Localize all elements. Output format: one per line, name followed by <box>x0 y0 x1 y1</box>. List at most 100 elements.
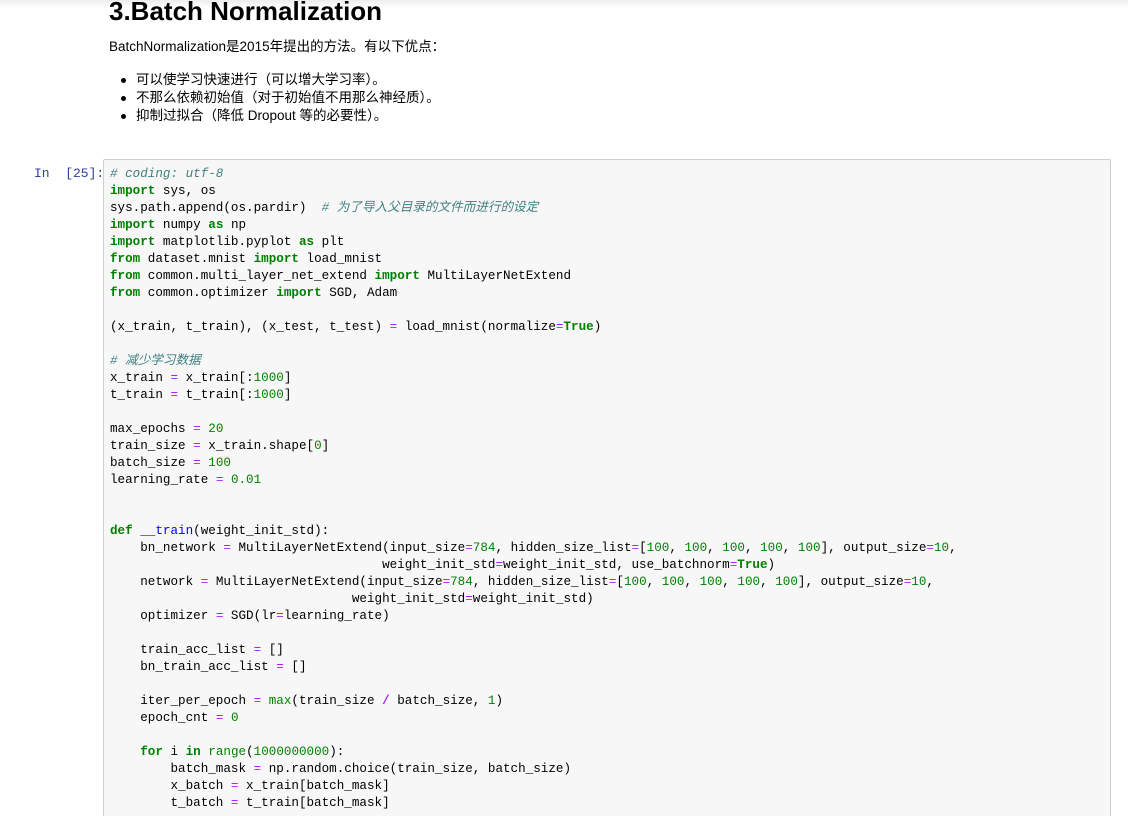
code-operator: = <box>631 541 640 555</box>
code-text: np <box>223 218 247 232</box>
code-line: sys.path.append(os.pardir) # 为了导入父目录的文件而… <box>110 200 957 217</box>
code-text: np.random.choice(train_size, batch_size) <box>261 762 572 776</box>
code-number: 10 <box>933 541 950 555</box>
code-number: 784 <box>472 541 496 555</box>
code-line: train_size = x_train.shape[0] <box>110 438 957 455</box>
code-number: 100 <box>646 541 670 555</box>
code-text: , <box>669 541 685 555</box>
code-line: for i in range(1000000000): <box>110 744 957 761</box>
code-line: (x_train, t_train), (x_test, t_test) = l… <box>110 319 957 336</box>
code-text: batch_size <box>110 456 194 470</box>
code-text: sys.path.append(os.pardir) <box>110 201 322 215</box>
input-prompt: In [25]: <box>34 166 105 181</box>
code-line: batch_mask = np.random.choice(train_size… <box>110 761 957 778</box>
code-keyword: import <box>276 286 322 300</box>
code-keyword: import <box>253 252 299 266</box>
code-text: ], output_size <box>797 575 904 589</box>
code-number: 1000 <box>253 371 284 385</box>
code-number: 100 <box>737 575 761 589</box>
code-builtin: max <box>268 694 292 708</box>
code-text: SGD, Adam <box>321 286 398 300</box>
code-operator: = <box>495 558 503 572</box>
code-operator: = <box>193 439 201 453</box>
code-line: x_batch = x_train[batch_mask] <box>110 778 957 795</box>
code-keyword: for <box>140 745 163 759</box>
section-heading: 3.Batch Normalization <box>109 0 383 26</box>
list-item: 抑制过拟合（降低 Dropout 等的必要性）。 <box>109 107 440 125</box>
code-text: , <box>926 575 934 589</box>
code-text: batch_mask <box>110 762 254 776</box>
code-text: [] <box>261 643 284 657</box>
code-text: load_mnist <box>298 252 383 266</box>
code-editor[interactable]: # coding: utf-8 import sys, os sys.path.ap… <box>110 166 957 812</box>
code-keyword: from <box>110 286 141 300</box>
code-text: MultiLayerNetExtend(input_size <box>230 541 466 555</box>
list-item: 不那么依赖初始值（对于初始值不用那么神经质）。 <box>109 89 440 107</box>
code-keyword: True <box>563 320 594 334</box>
code-line: from common.optimizer import SGD, Adam <box>110 285 957 302</box>
list-item: 可以使学习快速进行（可以增大学习率）。 <box>109 71 440 89</box>
code-number: 100 <box>661 575 685 589</box>
code-text: t_train[batch_mask] <box>238 796 390 810</box>
code-keyword: as <box>298 235 315 249</box>
code-text: ) <box>767 558 776 572</box>
code-text: x_train[batch_mask] <box>238 779 390 793</box>
code-text: plt <box>314 235 345 249</box>
code-number: 0 <box>314 439 322 453</box>
code-number: 100 <box>797 541 821 555</box>
code-operator: = <box>442 575 451 589</box>
code-text: weight_init_std <box>110 558 496 572</box>
code-text: MultiLayerNetExtend <box>419 269 572 283</box>
code-line: x_train = x_train[:1000] <box>110 370 957 387</box>
code-keyword: as <box>208 218 224 232</box>
code-number: 100 <box>699 575 723 589</box>
code-text: , <box>707 541 723 555</box>
code-text: train_acc_list <box>110 643 254 657</box>
code-line: # 减少学习数据 <box>110 353 957 370</box>
code-text: , hidden_size_list <box>495 541 632 555</box>
code-text: ], output_size <box>820 541 927 555</box>
code-builtin: range <box>208 745 247 759</box>
code-text: , hidden_size_list <box>472 575 609 589</box>
code-text: learning_rate <box>110 473 216 487</box>
code-text: weight_init_std, use_batchnorm <box>503 558 730 572</box>
code-operator: = <box>926 541 934 555</box>
code-text: (weight_init_std): <box>193 524 330 538</box>
code-line: weight_init_std=weight_init_std) <box>110 591 957 608</box>
code-number: 0 <box>230 711 239 725</box>
code-keyword: from <box>110 269 141 283</box>
code-text: matplotlib.pyplot <box>155 235 299 249</box>
code-operator: = <box>276 660 284 674</box>
code-operator: = <box>170 371 179 385</box>
intro-paragraph: BatchNormalization是2015年提出的方法。有以下优点： <box>109 39 446 54</box>
code-text: iter_per_epoch <box>110 694 254 708</box>
code-text: load_mnist(normalize <box>397 320 556 334</box>
code-text: t_train[: <box>178 388 254 402</box>
code-keyword: def <box>110 524 133 538</box>
code-cell[interactable]: # coding: utf-8 import sys, os sys.path.ap… <box>103 159 1111 816</box>
code-text: [ <box>616 575 624 589</box>
code-line: def __train(weight_init_std): <box>110 523 957 540</box>
code-text: , <box>646 575 662 589</box>
code-keyword: from <box>110 252 141 266</box>
advantages-list: 可以使学习快速进行（可以增大学习率）。 不那么依赖初始值（对于初始值不用那么神经… <box>109 71 440 125</box>
code-line: network = MultiLayerNetExtend(input_size… <box>110 574 957 591</box>
code-function-name: __train <box>140 524 194 538</box>
code-comment: # 为了导入父目录的文件而进行的设定 <box>321 201 539 215</box>
code-line: optimizer = SGD(lr=learning_rate) <box>110 608 957 625</box>
code-line: train_acc_list = [] <box>110 642 957 659</box>
code-operator: = <box>170 388 179 402</box>
code-text: bn_network <box>110 541 224 555</box>
code-text: x_train[: <box>178 371 254 385</box>
code-line: epoch_cnt = 0 <box>110 710 957 727</box>
code-text: [] <box>283 660 307 674</box>
code-text: epoch_cnt <box>110 711 216 725</box>
